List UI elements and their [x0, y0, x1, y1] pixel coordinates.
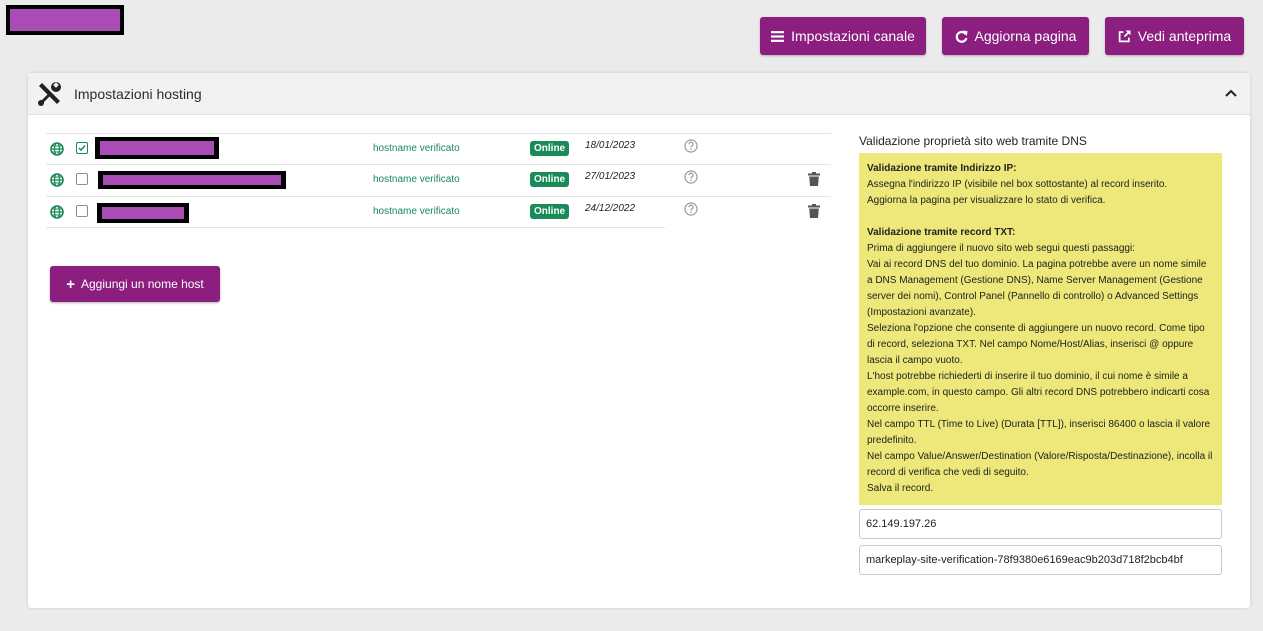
hostname-redacted: [98, 171, 286, 189]
trash-icon[interactable]: [808, 204, 820, 218]
host-date: 27/01/2023: [585, 171, 636, 182]
plus-icon: +: [66, 275, 75, 293]
tools-icon: [38, 82, 61, 106]
preview-label: Vedi anteprima: [1137, 28, 1232, 44]
refresh-icon: [955, 30, 967, 43]
online-badge: Online: [530, 204, 570, 219]
table-row: hostname verificato Online 24/12/2022: [46, 196, 831, 228]
trash-icon[interactable]: [808, 172, 820, 186]
txt-instruction: Prima di aggiungere il nuovo sito web se…: [867, 243, 1135, 254]
external-link-icon: [1118, 29, 1131, 42]
card-title: Impostazioni hosting: [74, 86, 202, 102]
globe-icon: [50, 142, 64, 156]
host-status: hostname verificato: [373, 174, 460, 185]
globe-icon: [50, 173, 64, 187]
txt-instruction: Seleziona l'opzione che consente di aggi…: [867, 323, 1205, 366]
channel-settings-label: Impostazioni canale: [791, 28, 915, 44]
ip-instruction: Aggiorna la pagina per visualizzare lo s…: [867, 195, 1106, 206]
dns-validation-title: Validazione proprietà sito web tramite D…: [859, 134, 1087, 148]
txt-instruction: L'host potrebbe richiederti di inserire …: [867, 371, 1210, 414]
globe-icon: [50, 205, 64, 219]
add-hostname-button[interactable]: + Aggiungi un nome host: [50, 266, 220, 302]
table-row: hostname verificato Online 27/01/2023: [46, 164, 831, 196]
refresh-page-button[interactable]: Aggiorna pagina: [942, 17, 1089, 55]
hostname-redacted: [97, 203, 189, 223]
ip-validation-heading: Validazione tramite Indirizzo IP:: [867, 163, 1017, 174]
host-checkbox[interactable]: [76, 205, 88, 217]
dns-instructions: Validazione tramite Indirizzo IP: Assegn…: [859, 153, 1222, 505]
txt-validation-heading: Validazione tramite record TXT:: [867, 227, 1016, 238]
online-badge: Online: [530, 172, 570, 187]
logo-redacted: [6, 5, 124, 35]
txt-instruction: Nel campo Value/Answer/Destination (Valo…: [867, 451, 1213, 478]
online-badge: Online: [530, 141, 570, 156]
refresh-page-label: Aggiorna pagina: [974, 28, 1077, 44]
host-date: 18/01/2023: [585, 140, 636, 151]
table-row: hostname verificato Online 18/01/2023: [46, 133, 831, 165]
host-status: hostname verificato: [373, 206, 460, 217]
host-checkbox[interactable]: [76, 142, 88, 154]
host-date: 24/12/2022: [585, 203, 636, 214]
bars-icon: [771, 30, 785, 42]
host-checkbox[interactable]: [76, 173, 88, 185]
table-divider: [46, 227, 665, 228]
host-status: hostname verificato: [373, 143, 460, 154]
preview-button[interactable]: Vedi anteprima: [1105, 17, 1244, 55]
channel-settings-button[interactable]: Impostazioni canale: [760, 17, 926, 55]
ip-address-field[interactable]: [859, 509, 1222, 539]
ip-instruction: Assegna l'indirizzo IP (visibile nel box…: [867, 179, 1168, 190]
chevron-up-icon[interactable]: [1224, 87, 1238, 101]
txt-record-field[interactable]: [859, 545, 1222, 575]
txt-instruction: Salva il record.: [867, 483, 934, 494]
card-header[interactable]: Impostazioni hosting: [28, 73, 1250, 115]
help-icon[interactable]: [684, 202, 698, 216]
help-icon[interactable]: [684, 139, 698, 153]
add-hostname-label: Aggiungi un nome host: [81, 277, 204, 291]
txt-instruction: Vai ai record DNS del tuo dominio. La pa…: [867, 259, 1207, 318]
hosting-settings-card: Impostazioni hosting hostname verificato…: [28, 73, 1250, 608]
txt-instruction: Nel campo TTL (Time to Live) (Durata [TT…: [867, 419, 1211, 446]
help-icon[interactable]: [684, 170, 698, 184]
hostname-redacted: [95, 137, 219, 159]
